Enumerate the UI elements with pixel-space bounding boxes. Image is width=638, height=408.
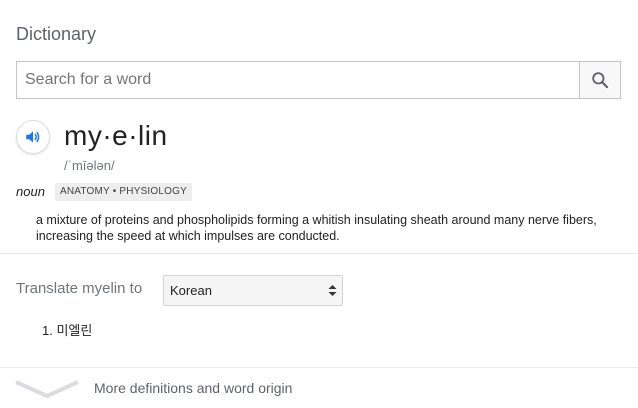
pronunciation-button[interactable] [16,120,50,154]
translation-text: 미엘린 [56,323,93,338]
dictionary-card: Dictionary my·e·lin /ˈmīələn/ noun ANATO… [0,0,638,408]
more-definitions-button[interactable]: More definitions and word origin [0,368,638,408]
part-of-speech: noun [16,184,45,199]
card-title: Dictionary [16,24,97,44]
headword: my·e·lin [64,120,168,151]
translation-item: 1. 미엘린 [42,320,92,339]
translate-label: Translate myelin to [16,280,143,297]
language-select[interactable]: Korean [163,275,343,306]
domain-label: ANATOMY • PHYSIOLOGY [55,183,192,201]
phonetic-spelling: /ˈmīələn/ [64,158,115,173]
search-input[interactable] [17,62,582,98]
search-button[interactable] [579,62,620,98]
language-select-value: Korean [170,283,212,298]
speaker-icon [26,131,40,143]
select-arrows-icon [328,285,337,296]
definition-text: a mixture of proteins and phospholipids … [36,213,597,243]
search-icon [592,72,609,89]
chevron-down-icon [15,380,79,399]
search-box [16,61,621,99]
more-definitions-label: More definitions and word origin [94,380,293,396]
divider [0,253,638,254]
translation-number: 1. [42,323,53,338]
